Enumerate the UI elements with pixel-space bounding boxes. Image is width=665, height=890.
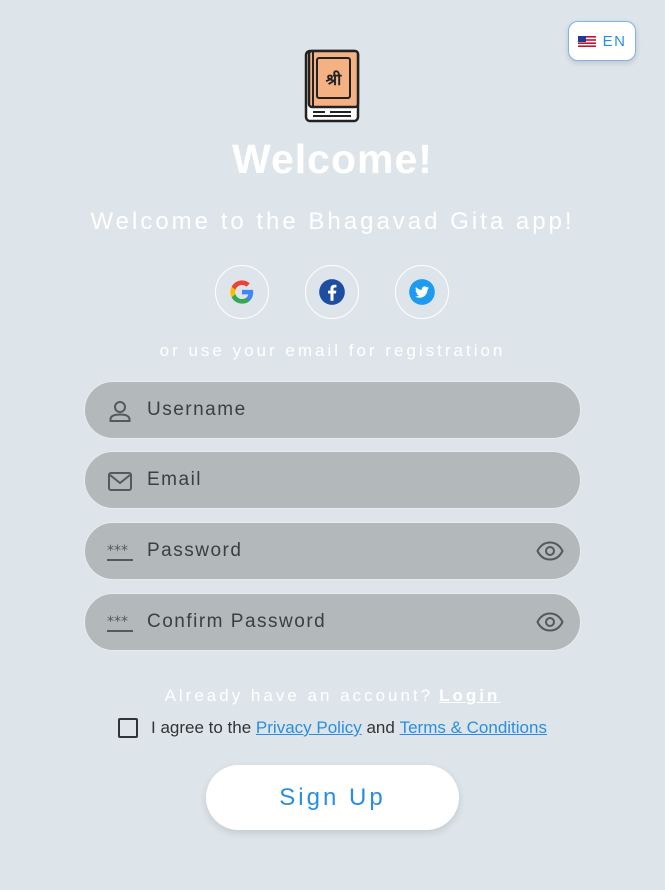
privacy-policy-link[interactable]: Privacy Policy [256, 718, 362, 738]
us-flag-icon [577, 35, 596, 47]
page-title: Welcome! [232, 136, 433, 182]
svg-text:***: *** [107, 543, 128, 559]
svg-text:***: *** [107, 614, 128, 630]
terms-conditions-link[interactable]: Terms & Conditions [400, 718, 547, 738]
username-input[interactable] [147, 382, 527, 438]
agreement-and: and [366, 718, 395, 737]
show-password-icon[interactable] [536, 540, 564, 562]
confirm-password-field: *** [84, 593, 581, 651]
login-prompt: Already have an account? Login [0, 686, 665, 706]
show-confirm-password-icon[interactable] [536, 611, 564, 633]
password-field: *** [84, 522, 581, 580]
google-signin-button[interactable] [215, 265, 269, 319]
agreement-prefix: I agree to the [151, 718, 252, 737]
facebook-icon [319, 279, 345, 305]
language-code: EN [602, 32, 627, 50]
agree-checkbox[interactable] [118, 718, 138, 738]
password-input[interactable] [147, 523, 527, 579]
bhagavad-gita-book-icon: श्री [304, 49, 360, 123]
password-icon: *** [107, 543, 133, 561]
email-field [84, 451, 581, 509]
page-subtitle: Welcome to the Bhagavad Gita app! [90, 208, 575, 235]
facebook-signin-button[interactable] [305, 265, 359, 319]
google-icon [230, 280, 254, 304]
mail-icon [108, 472, 132, 491]
twitter-icon [409, 279, 435, 305]
login-link[interactable]: Login [439, 686, 500, 705]
password-icon: *** [107, 614, 133, 632]
username-field [84, 381, 581, 439]
or-email-text: or use your email for registration [159, 341, 506, 360]
twitter-signin-button[interactable] [395, 265, 449, 319]
email-input[interactable] [147, 452, 527, 508]
login-prompt-text: Already have an account? [164, 686, 434, 705]
sign-up-button[interactable]: Sign Up [206, 765, 459, 830]
language-selector[interactable]: EN [568, 21, 636, 61]
agreement-row: I agree to the Privacy Policy and Terms … [118, 715, 547, 741]
logo-glyph: श्री [326, 70, 342, 89]
confirm-password-input[interactable] [147, 594, 527, 650]
user-icon [109, 401, 131, 422]
